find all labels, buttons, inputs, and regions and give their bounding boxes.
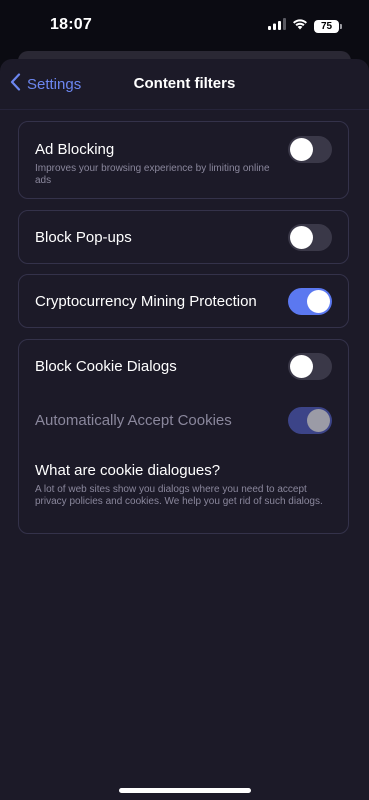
cookie-dialogs-card: Block Cookie Dialogs Automatically Accep…: [18, 339, 349, 534]
toggle-knob: [307, 290, 330, 313]
navigation-bar: Settings Content filters: [0, 59, 369, 110]
block-cookie-dialogs-toggle[interactable]: [288, 353, 332, 380]
toggle-knob: [290, 138, 313, 161]
content-filters-sheet: Settings Content filters Ad Blocking Imp…: [0, 59, 369, 800]
wifi-icon: [292, 17, 308, 35]
cookie-info-text: A lot of web sites show you dialogs wher…: [35, 484, 323, 507]
status-bar: 18:07 75: [0, 0, 369, 48]
block-popups-row: Block Pop-ups: [19, 211, 348, 251]
ad-blocking-description: Improves your browsing experience by lim…: [35, 163, 270, 186]
signal-icon: [268, 17, 286, 35]
status-icons: 75: [268, 17, 342, 35]
block-popups-toggle[interactable]: [288, 224, 332, 251]
crypto-mining-card: Cryptocurrency Mining Protection: [18, 274, 349, 328]
auto-accept-cookies-row: Automatically Accept Cookies: [19, 394, 348, 448]
home-indicator[interactable]: [119, 788, 251, 793]
ad-blocking-card: Ad Blocking Improves your browsing exper…: [18, 121, 349, 199]
toggle-knob: [290, 226, 313, 249]
toggle-knob: [290, 355, 313, 378]
cookie-info-title: What are cookie dialogues?: [35, 462, 221, 479]
screen: 18:07 75 Settings Content filters Ad Blo…: [0, 0, 369, 800]
status-time: 18:07: [50, 16, 92, 33]
block-cookie-dialogs-row: Block Cookie Dialogs: [19, 340, 348, 394]
battery-icon: 75: [314, 19, 342, 33]
cookie-info: What are cookie dialogues? A lot of web …: [19, 448, 348, 508]
block-popups-card: Block Pop-ups: [18, 210, 349, 264]
auto-accept-cookies-toggle[interactable]: [288, 407, 332, 434]
toggle-knob: [307, 409, 330, 432]
crypto-mining-toggle[interactable]: [288, 288, 332, 315]
crypto-mining-row: Cryptocurrency Mining Protection: [19, 275, 348, 315]
ad-blocking-row: Ad Blocking Improves your browsing exper…: [19, 122, 348, 187]
ad-blocking-toggle[interactable]: [288, 136, 332, 163]
page-title: Content filters: [133, 75, 236, 92]
